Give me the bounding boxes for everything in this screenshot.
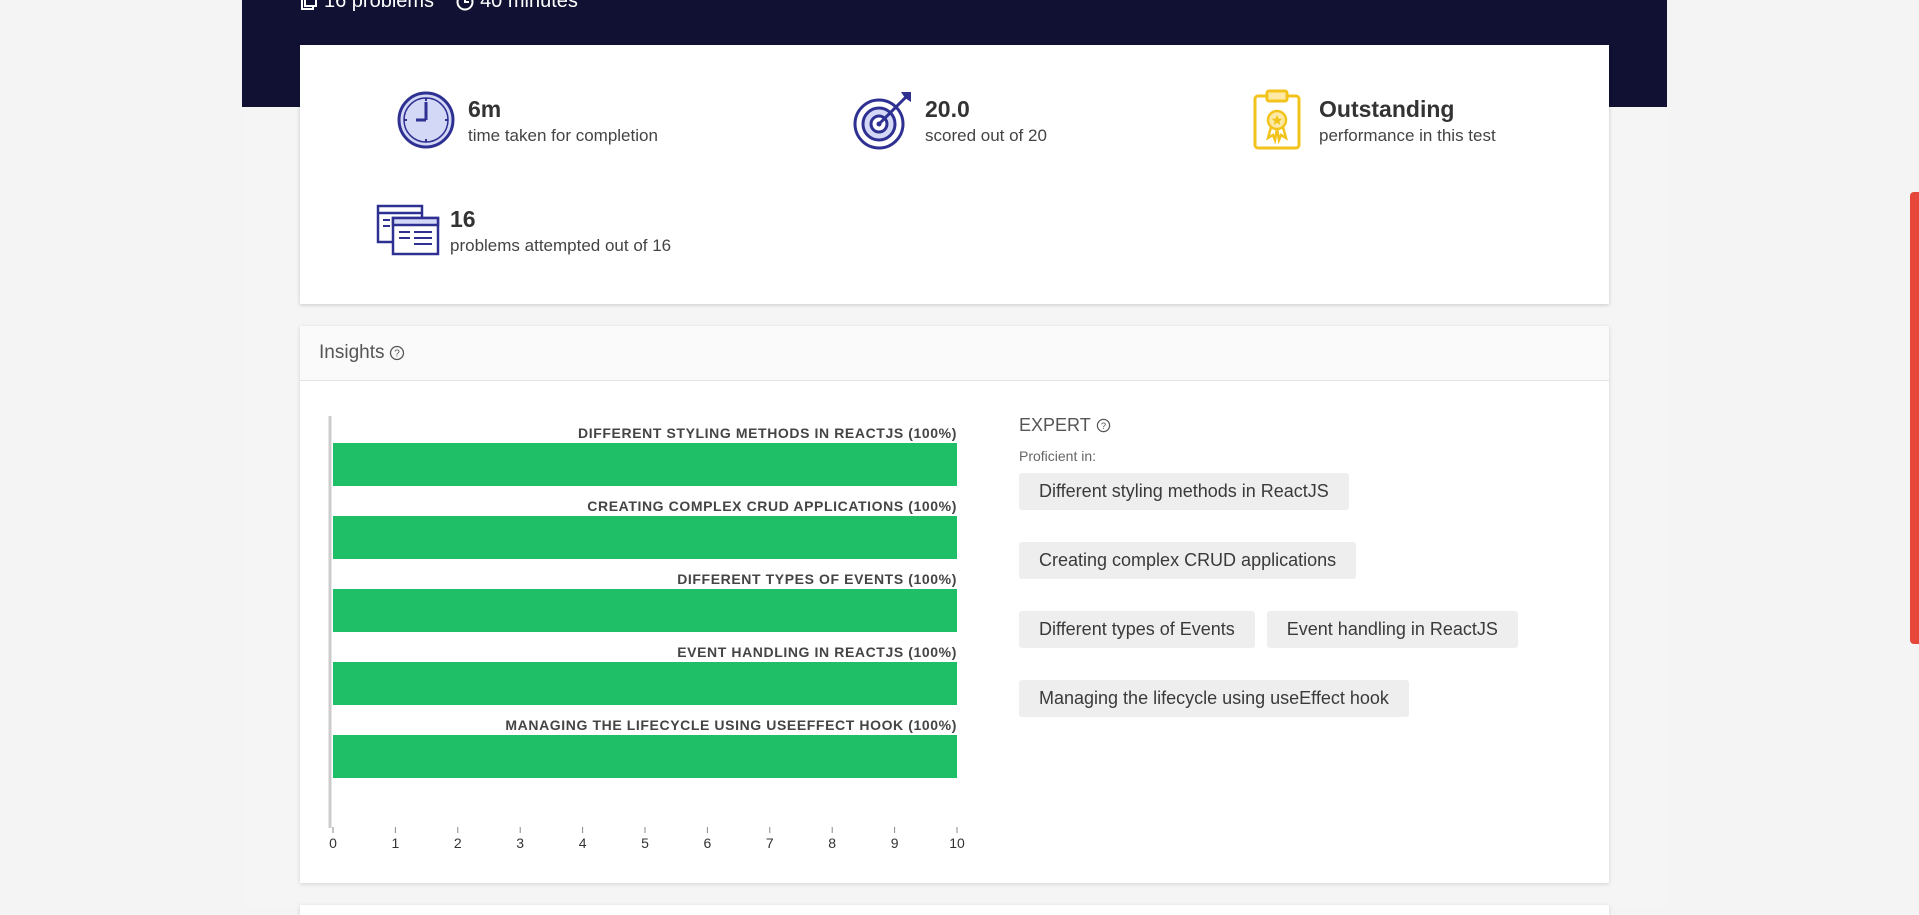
x-tick-label: 8 xyxy=(828,835,836,851)
scrollbar-thumb[interactable] xyxy=(1910,192,1919,644)
x-tick-label: 0 xyxy=(329,835,337,851)
duration: 40 minutes xyxy=(456,0,578,13)
test-summary-card xyxy=(300,45,1609,304)
performance-label: performance in this test xyxy=(1319,125,1496,145)
x-tick-label: 1 xyxy=(392,835,400,851)
x-tick-label: 7 xyxy=(766,835,774,851)
insights-bar-chart: DIFFERENT STYLING METHODS IN REACTJS (10… xyxy=(328,416,965,851)
svg-text:?: ? xyxy=(1101,421,1106,431)
bar xyxy=(333,443,957,486)
time-taken-value: 6m xyxy=(468,95,502,122)
problems-count: 16 problems xyxy=(300,0,434,13)
x-tick-label: 2 xyxy=(454,835,462,851)
problems-count-text: 16 problems xyxy=(324,0,435,12)
skill-tag: Managing the lifecycle using useEffect h… xyxy=(1019,680,1409,717)
skill-tag: Creating complex CRUD applications xyxy=(1019,542,1357,579)
expert-title: EXPERT ? xyxy=(1019,415,1579,436)
skill-tags: Different styling methods in ReactJS Crea… xyxy=(1019,473,1579,717)
bar-label: DIFFERENT STYLING METHODS IN REACTJS (10… xyxy=(578,425,957,441)
stat-performance: Outstanding performance in this test xyxy=(1245,88,1496,152)
problems-attempted-value: 16 xyxy=(450,205,476,232)
skill-tag: Event handling in ReactJS xyxy=(1266,611,1518,648)
x-tick-label: 6 xyxy=(704,835,712,851)
time-taken-label: time taken for completion xyxy=(468,125,658,145)
proficient-label: Proficient in: xyxy=(1019,448,1097,464)
x-tick-label: 3 xyxy=(516,835,524,851)
expert-label: EXPERT xyxy=(1019,415,1091,435)
bar xyxy=(333,735,957,778)
skill-tag: Different styling methods in ReactJS xyxy=(1019,473,1349,510)
bar-label: EVENT HANDLING IN REACTJS (100%) xyxy=(677,644,957,660)
skill-tag: Different types of Events xyxy=(1019,611,1255,648)
x-tick-label: 10 xyxy=(949,835,965,851)
stat-time-taken: 6m time taken for completion xyxy=(394,88,658,152)
clock-small-icon xyxy=(456,0,474,10)
bar xyxy=(333,516,957,559)
x-tick-label: 4 xyxy=(579,835,587,851)
insights-header: Insights ? xyxy=(300,326,1609,381)
next-card xyxy=(300,905,1609,915)
stat-problems-attempted: 16 problems attempted out of 16 xyxy=(376,198,671,262)
bar xyxy=(333,589,957,632)
problems-icon xyxy=(301,0,317,10)
bar-label: MANAGING THE LIFECYCLE USING USEEFFECT H… xyxy=(505,717,957,733)
insights-title: Insights xyxy=(319,342,385,363)
score-label: scored out of 20 xyxy=(925,125,1047,145)
bar xyxy=(333,662,957,705)
expert-panel: EXPERT ? Proficient in: Different stylin… xyxy=(1019,415,1579,717)
question-circle-icon[interactable]: ? xyxy=(389,345,405,361)
target-icon xyxy=(853,92,911,150)
expert-help-icon[interactable]: ? xyxy=(1096,418,1111,433)
problems-attempted-label: problems attempted out of 16 xyxy=(450,235,672,255)
bar-label: CREATING COMPLEX CRUD APPLICATIONS (100%… xyxy=(587,498,957,514)
award-clipboard-icon xyxy=(1253,89,1301,150)
clock-icon xyxy=(397,91,455,149)
score-value: 20.0 xyxy=(925,95,970,122)
x-tick-label: 9 xyxy=(891,835,899,851)
performance-value: Outstanding xyxy=(1319,95,1455,122)
svg-text:?: ? xyxy=(395,349,401,360)
stat-score: 20.0 scored out of 20 xyxy=(851,88,1047,152)
windows-icon xyxy=(376,204,440,256)
test-meta: 16 problems 40 minutes xyxy=(300,0,578,13)
duration-text: 40 minutes xyxy=(480,0,578,12)
bar-label: DIFFERENT TYPES OF EVENTS (100%) xyxy=(677,571,957,587)
x-tick-label: 5 xyxy=(641,835,649,851)
